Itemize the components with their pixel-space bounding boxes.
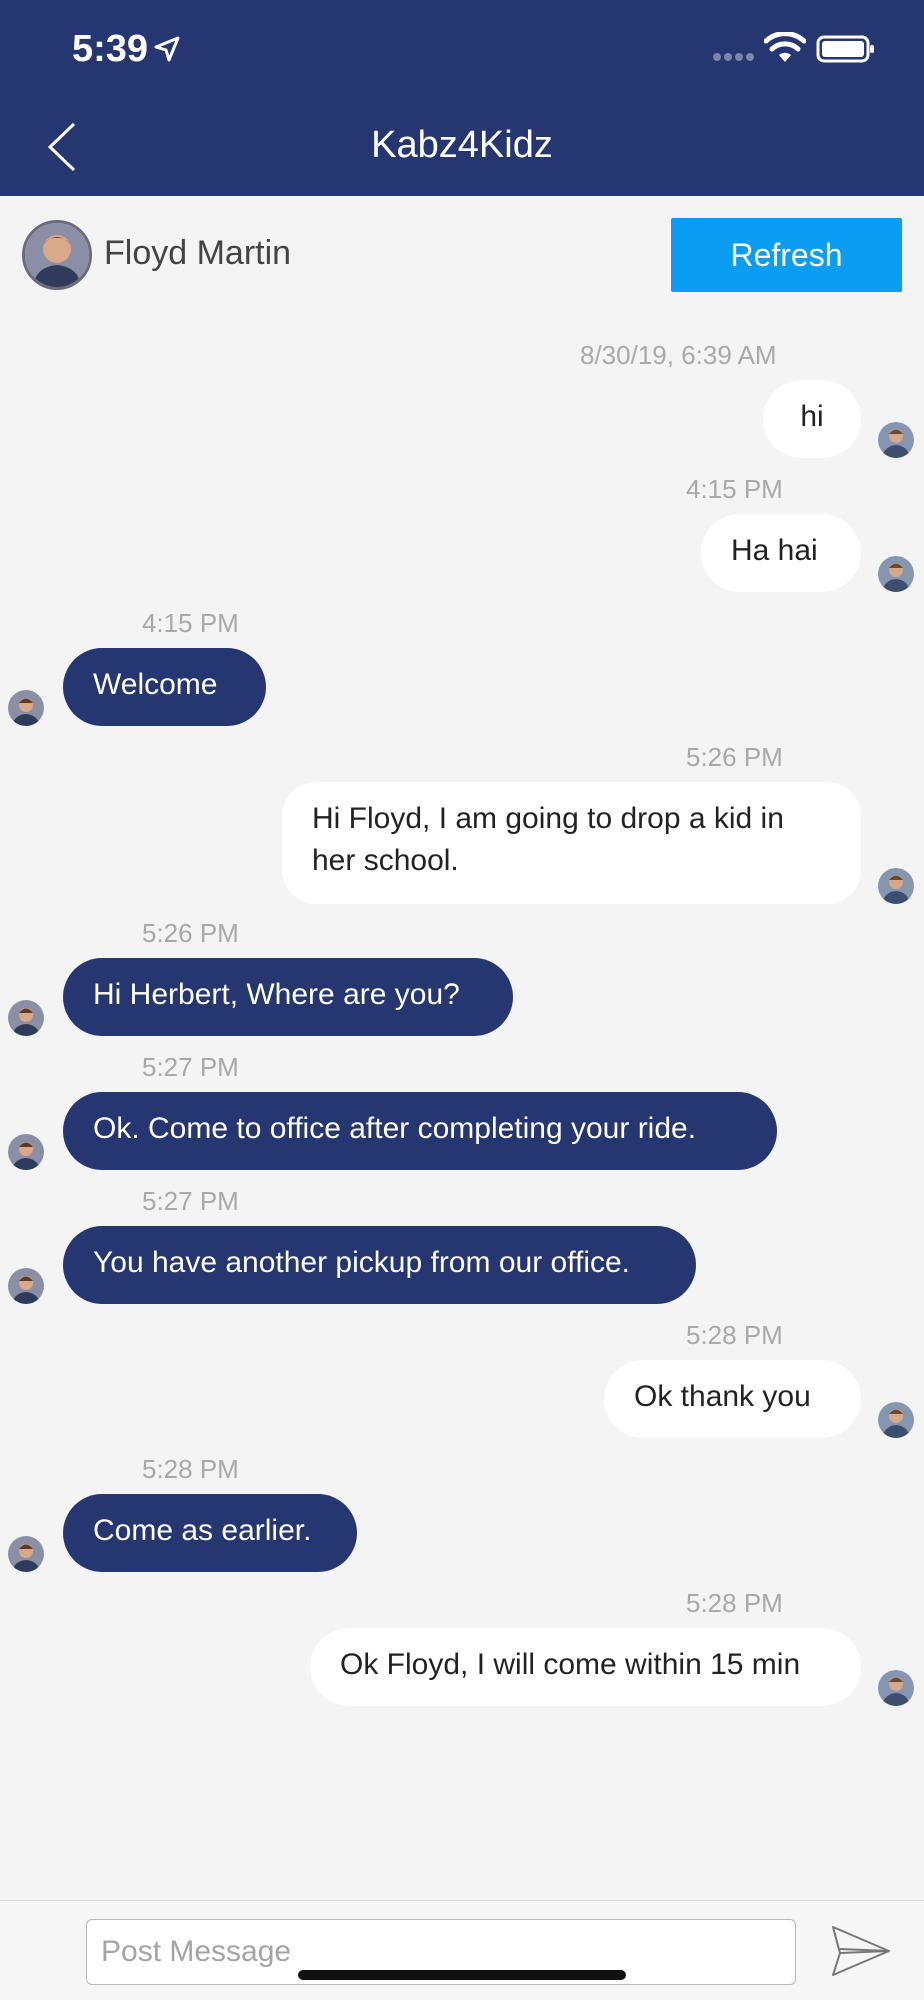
incoming-message-bubble: Come as earlier.: [63, 1494, 357, 1572]
incoming-message-bubble: Ok. Come to office after completing your…: [63, 1092, 777, 1170]
sender-avatar: [878, 1670, 914, 1706]
incoming-message-bubble: Welcome: [63, 648, 266, 726]
message-timestamp: 5:28 PM: [686, 1588, 783, 1618]
sender-avatar: [878, 1402, 914, 1438]
outgoing-message-bubble: Ok thank you: [604, 1360, 861, 1438]
message-composer: [0, 1900, 924, 2000]
sender-avatar: [878, 556, 914, 592]
battery-icon: [816, 35, 874, 63]
incoming-message-bubble: Hi Herbert, Where are you?: [63, 958, 513, 1036]
outgoing-message-bubble: Ha hai: [701, 514, 861, 592]
message-list[interactable]: 8/30/19, 6:39 AM hi 4:15 PM Ha hai 4:15 …: [0, 314, 924, 1900]
contact-header: Floyd Martin Refresh: [0, 196, 924, 314]
cellular-signal-icon: [713, 53, 754, 61]
outgoing-message-bubble: Hi Floyd, I am going to drop a kid in he…: [282, 782, 861, 904]
page-title: Kabz4Kidz: [371, 124, 553, 166]
contact-message-avatar: [8, 1000, 44, 1036]
contact-name: Floyd Martin: [104, 234, 292, 272]
contact-message-avatar: [8, 1268, 44, 1304]
person-avatar-icon: [25, 223, 89, 287]
sender-avatar: [878, 868, 914, 904]
message-timestamp: 5:26 PM: [142, 918, 239, 948]
message-timestamp: 4:15 PM: [686, 474, 783, 504]
message-timestamp: 5:26 PM: [686, 742, 783, 772]
refresh-button[interactable]: Refresh: [671, 218, 902, 292]
contact-avatar: [22, 220, 92, 290]
message-timestamp: 5:28 PM: [686, 1320, 783, 1350]
contact-message-avatar: [8, 690, 44, 726]
wifi-icon: [764, 32, 806, 62]
message-timestamp: 5:27 PM: [142, 1052, 239, 1082]
outgoing-message-bubble: Ok Floyd, I will come within 15 min: [310, 1628, 861, 1706]
outgoing-message-bubble: hi: [763, 380, 861, 458]
message-timestamp: 8/30/19, 6:39 AM: [580, 340, 777, 370]
contact-message-avatar: [8, 1536, 44, 1572]
sender-avatar: [878, 422, 914, 458]
contact-message-avatar: [8, 1134, 44, 1170]
navigation-bar: Kabz4Kidz: [0, 100, 924, 196]
incoming-message-bubble: You have another pickup from our office.: [63, 1226, 696, 1304]
message-timestamp: 4:15 PM: [142, 608, 239, 638]
location-arrow-icon: [154, 36, 180, 62]
message-timestamp: 5:27 PM: [142, 1186, 239, 1216]
home-indicator: [298, 1970, 626, 1980]
message-timestamp: 5:28 PM: [142, 1454, 239, 1484]
send-paper-plane-icon[interactable]: [830, 1923, 892, 1979]
status-time: 5:39: [72, 28, 149, 70]
status-bar: 5:39: [0, 0, 924, 100]
